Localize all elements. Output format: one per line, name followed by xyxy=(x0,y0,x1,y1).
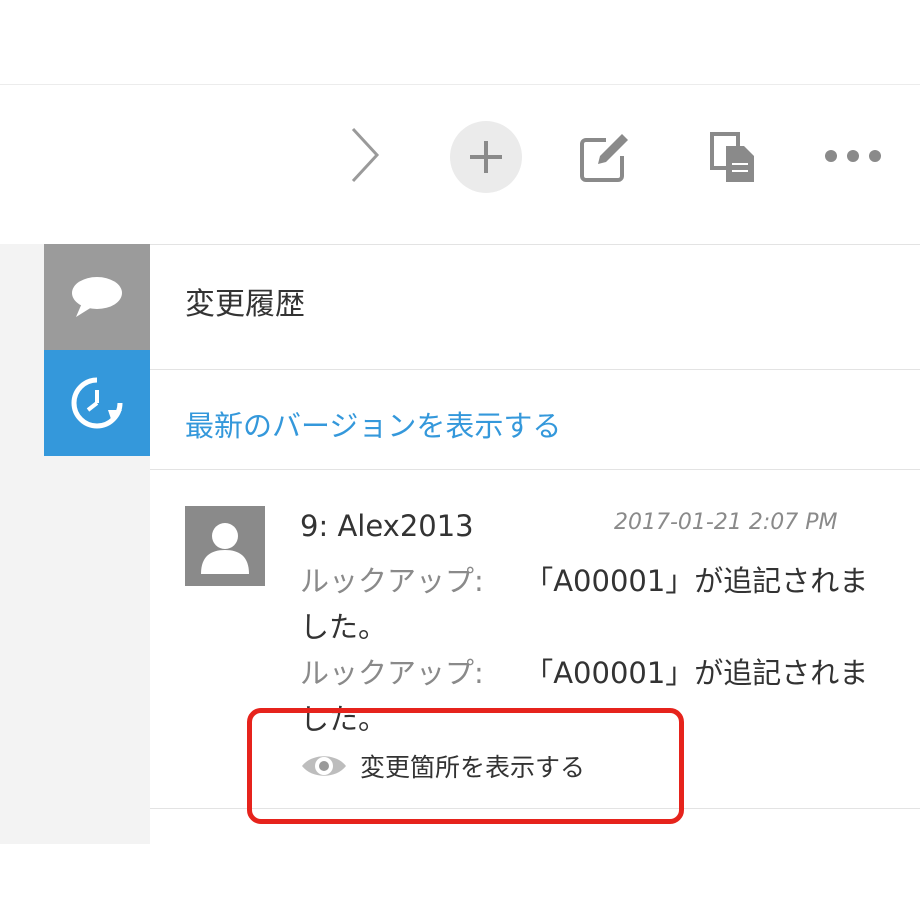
edit-icon xyxy=(580,134,628,182)
panel-title: 変更履歴 xyxy=(185,287,305,322)
edit-record-button[interactable] xyxy=(572,126,636,190)
more-icon xyxy=(825,150,881,162)
change-description: 「A00001」が追記されま xyxy=(524,656,869,690)
change-description-end: した。 xyxy=(300,610,388,644)
tab-history[interactable] xyxy=(44,350,150,456)
plus-icon xyxy=(470,141,502,173)
header-divider xyxy=(0,84,920,85)
title-divider xyxy=(150,369,920,370)
history-icon xyxy=(71,377,123,429)
change-description: 「A00001」が追記されま xyxy=(524,564,869,598)
duplicate-record-button[interactable] xyxy=(700,126,764,190)
tab-comments[interactable] xyxy=(44,244,150,350)
add-record-button[interactable] xyxy=(450,121,522,193)
next-record-button[interactable] xyxy=(338,124,388,186)
link-divider xyxy=(150,469,920,470)
chevron-right-icon xyxy=(351,127,380,183)
panel-top-divider xyxy=(150,244,920,245)
history-timestamp: 2017-01-21 2:07 PM xyxy=(614,510,838,535)
copy-icon xyxy=(710,132,754,182)
avatar xyxy=(185,506,265,586)
change-field-label: ルックアップ: xyxy=(300,564,484,598)
more-options-button[interactable] xyxy=(820,136,886,176)
speech-bubble-icon xyxy=(72,277,122,317)
change-field-label: ルックアップ: xyxy=(300,656,484,690)
change-line-continued: した。 xyxy=(300,604,900,650)
highlight-box xyxy=(247,708,684,824)
history-user: 9: Alex2013 xyxy=(300,509,474,543)
user-silhouette-icon xyxy=(201,523,249,574)
change-line: ルックアップ: 「A00001」が追記されま xyxy=(300,650,900,696)
change-line: ルックアップ: 「A00001」が追記されま xyxy=(300,558,900,604)
show-latest-version-link[interactable]: 最新のバージョンを表示する xyxy=(185,403,561,449)
